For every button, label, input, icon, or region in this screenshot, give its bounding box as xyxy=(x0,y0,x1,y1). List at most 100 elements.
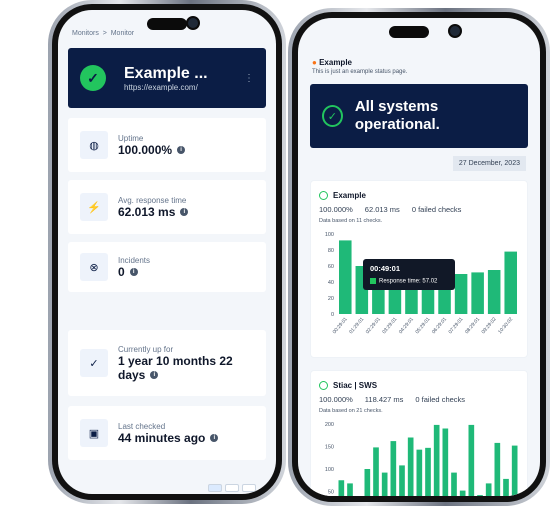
tooltip-value: Response time: 57.02 xyxy=(379,278,438,285)
breadcrumb-monitors[interactable]: Monitors xyxy=(72,30,99,37)
bar xyxy=(494,442,501,496)
overall-status-banner: ✓ All systems operational. xyxy=(310,84,528,148)
page-subtitle: This is just an example status page. xyxy=(312,69,408,75)
checks-count: Data based on 21 checks. xyxy=(319,408,383,414)
stat-label: Last checked xyxy=(118,421,166,431)
chart-tooltip: 00:49:01 Response time: 57.02 xyxy=(363,259,455,290)
bar xyxy=(381,472,388,496)
stat-value: 0 xyxy=(118,264,125,279)
legend-swatch xyxy=(370,278,376,284)
bar xyxy=(364,469,371,496)
bar xyxy=(485,483,492,496)
y-tick-label: 50 xyxy=(328,490,334,496)
bar xyxy=(511,445,518,496)
bar xyxy=(459,490,466,496)
check-circle-icon xyxy=(319,191,328,200)
bar xyxy=(347,483,353,496)
info-icon[interactable]: i xyxy=(180,208,189,217)
page-button[interactable] xyxy=(242,484,256,492)
pagination xyxy=(208,484,256,492)
uptime: 100.000% xyxy=(319,205,353,214)
y-tick-label: 200 xyxy=(325,422,334,428)
bar xyxy=(504,251,517,314)
y-tick-label: 20 xyxy=(328,296,334,302)
page-button[interactable] xyxy=(208,484,222,492)
x-circle-icon: ⊗ xyxy=(80,253,108,281)
monitor-name: Example xyxy=(333,191,366,200)
monitor-card-example: Example 100.000% 62.013 ms 0 failed checks… xyxy=(310,180,528,358)
camera xyxy=(186,16,200,30)
bar xyxy=(433,424,440,496)
globe-icon: ◍ xyxy=(80,131,108,159)
breadcrumb: Monitors > Monitor xyxy=(72,30,135,37)
monitor-name: Stiac | SWS xyxy=(333,381,378,390)
info-icon[interactable]: i xyxy=(150,371,159,380)
x-tick-label: 07:29:01 xyxy=(448,316,465,335)
stat-label: Incidents xyxy=(118,255,151,265)
monitor-detail-screen: Monitors > Monitor ✓ Example ... https://… xyxy=(58,10,276,494)
y-tick-label: 100 xyxy=(325,467,334,473)
bar xyxy=(339,240,352,314)
x-tick-label: 09:29:02 xyxy=(481,316,498,335)
more-menu-icon[interactable]: ⋮ xyxy=(244,73,254,84)
y-tick-label: 100 xyxy=(325,232,334,238)
bar xyxy=(477,495,483,496)
page-title: ● Example xyxy=(312,58,352,67)
bar xyxy=(503,478,509,496)
bar xyxy=(468,424,475,496)
x-tick-label: 03:29:01 xyxy=(381,316,398,335)
date-badge: 27 December, 2023 xyxy=(452,156,526,171)
stat-label: Currently up for xyxy=(118,344,174,354)
x-tick-label: 06:29:01 xyxy=(431,316,448,335)
bar xyxy=(487,270,501,314)
stat-value: 62.013 ms xyxy=(118,204,176,219)
info-icon[interactable]: i xyxy=(177,146,186,155)
stat-uptime-duration: ✓ Currently up for 1 year 10 months 22 day… xyxy=(68,330,266,396)
stat-label: Avg. response time xyxy=(118,195,187,205)
bar xyxy=(390,441,397,496)
bar xyxy=(451,472,457,496)
checks-count: Data based on 11 checks. xyxy=(319,218,383,224)
stat-avg-response: ⚡ Avg. response time 62.013 ms i xyxy=(68,180,266,234)
page-button[interactable] xyxy=(225,484,239,492)
info-icon[interactable]: i xyxy=(210,434,219,443)
x-tick-label: 00:29:01 xyxy=(332,316,349,335)
monitor-url[interactable]: https://example.com/ xyxy=(124,83,208,92)
avg-response: 62.013 ms xyxy=(364,205,400,214)
x-tick-label: 04:29:01 xyxy=(398,316,415,335)
dynamic-island xyxy=(147,18,187,30)
x-tick-label: 05:29:01 xyxy=(414,316,431,335)
y-tick-label: 150 xyxy=(325,445,334,451)
bar xyxy=(471,272,484,314)
camera xyxy=(448,24,462,38)
calendar-check-icon: ▣ xyxy=(80,419,108,447)
monitor-name: Example ... xyxy=(124,64,208,82)
stat-value: 100.000% xyxy=(118,142,173,157)
bolt-icon: ⚡ xyxy=(80,193,108,221)
check-circle-icon xyxy=(319,381,328,390)
bar xyxy=(407,437,414,496)
stat-uptime: ◍ Uptime 100.000% i xyxy=(68,118,266,172)
tooltip-time: 00:49:01 xyxy=(370,264,401,273)
status-page-screen: ● Example This is just an example status… xyxy=(298,18,540,496)
check-circle-icon: ✓ xyxy=(322,105,343,127)
bar xyxy=(442,428,449,496)
monitor-header: ✓ Example ... https://example.com/ ⋮ xyxy=(68,48,266,108)
bar xyxy=(416,449,423,496)
y-tick-label: 60 xyxy=(328,264,334,270)
failed-checks: 0 failed checks xyxy=(411,205,462,214)
bar xyxy=(399,465,405,496)
bar xyxy=(425,447,431,496)
stat-incidents: ⊗ Incidents 0 i xyxy=(68,242,266,292)
info-icon[interactable]: i xyxy=(129,268,138,277)
right-phone: ● Example This is just an example status… xyxy=(288,8,550,506)
left-phone: Monitors > Monitor ✓ Example ... https://… xyxy=(48,0,286,504)
check-circle-icon: ✓ xyxy=(80,65,106,91)
response-time-chart[interactable]: 50 100 150 200 xyxy=(319,418,529,496)
y-tick-label: 0 xyxy=(331,312,334,318)
stat-value: 1 year 10 months 22 days xyxy=(118,353,233,382)
x-tick-label: 10:30:02 xyxy=(497,316,514,335)
failed-checks: 0 failed checks xyxy=(415,395,466,404)
x-tick-label: 01:29:01 xyxy=(348,316,365,335)
stat-value: 44 minutes ago xyxy=(118,430,206,445)
